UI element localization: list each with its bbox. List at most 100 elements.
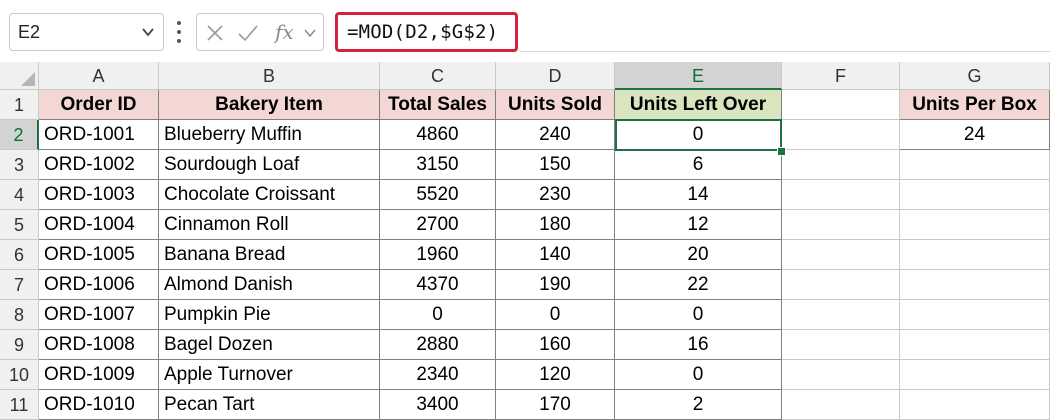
table-cell[interactable]: ORD-1003 (39, 180, 159, 210)
table-cell[interactable]: Blueberry Muffin (159, 120, 380, 150)
table-cell[interactable]: 120 (496, 360, 615, 390)
empty-cell[interactable] (782, 270, 900, 300)
name-box[interactable]: E2 (9, 13, 164, 51)
table-cell[interactable]: Bagel Dozen (159, 330, 380, 360)
table-cell[interactable]: Chocolate Croissant (159, 180, 380, 210)
table-cell[interactable]: 2700 (380, 210, 496, 240)
row-header-5[interactable]: 5 (0, 210, 39, 240)
column-header-f[interactable]: F (782, 62, 900, 90)
table-cell[interactable]: Almond Danish (159, 270, 380, 300)
side-value-cell[interactable]: 24 (900, 120, 1050, 150)
table-cell[interactable]: 12 (615, 210, 782, 240)
table-cell[interactable]: 160 (496, 330, 615, 360)
table-cell[interactable]: 140 (496, 240, 615, 270)
formula-bar-extension[interactable] (520, 13, 1050, 52)
empty-cell[interactable] (900, 300, 1050, 330)
empty-cell[interactable] (782, 330, 900, 360)
table-header-cell[interactable]: Units Left Over (615, 90, 782, 120)
row-header-4[interactable]: 4 (0, 180, 39, 210)
table-cell[interactable]: Cinnamon Roll (159, 210, 380, 240)
chevron-down-icon[interactable] (303, 26, 317, 40)
table-cell[interactable]: 2340 (380, 360, 496, 390)
fill-handle[interactable] (777, 147, 786, 156)
empty-cell[interactable] (900, 240, 1050, 270)
table-cell[interactable]: 14 (615, 180, 782, 210)
table-cell[interactable]: 240 (496, 120, 615, 150)
column-header-b[interactable]: B (159, 62, 380, 90)
table-cell[interactable]: 6 (615, 150, 782, 180)
table-cell[interactable]: ORD-1005 (39, 240, 159, 270)
table-header-cell[interactable]: Order ID (39, 90, 159, 120)
row-header-1[interactable]: 1 (0, 90, 39, 120)
row-header-8[interactable]: 8 (0, 300, 39, 330)
table-cell[interactable]: ORD-1007 (39, 300, 159, 330)
select-all-corner[interactable] (0, 62, 39, 90)
table-cell[interactable]: Banana Bread (159, 240, 380, 270)
empty-cell[interactable] (900, 150, 1050, 180)
empty-cell[interactable] (900, 210, 1050, 240)
empty-cell[interactable] (782, 360, 900, 390)
table-cell[interactable]: ORD-1004 (39, 210, 159, 240)
table-cell[interactable]: ORD-1001 (39, 120, 159, 150)
table-header-cell[interactable]: Total Sales (380, 90, 496, 120)
table-cell[interactable]: 1960 (380, 240, 496, 270)
column-header-d[interactable]: D (496, 62, 615, 90)
table-cell[interactable]: 0 (615, 300, 782, 330)
table-cell[interactable]: 3150 (380, 150, 496, 180)
empty-cell[interactable] (900, 330, 1050, 360)
chevron-down-icon[interactable] (140, 24, 156, 40)
empty-cell[interactable] (782, 120, 900, 150)
empty-cell[interactable] (900, 180, 1050, 210)
table-cell[interactable]: 20 (615, 240, 782, 270)
table-cell[interactable]: ORD-1009 (39, 360, 159, 390)
table-cell[interactable]: ORD-1008 (39, 330, 159, 360)
table-cell[interactable]: 0 (615, 120, 782, 150)
formula-text: =MOD(D2,$G$2) (347, 21, 499, 43)
row-header-3[interactable]: 3 (0, 150, 39, 180)
table-cell[interactable]: Sourdough Loaf (159, 150, 380, 180)
table-cell[interactable]: 0 (496, 300, 615, 330)
empty-cell[interactable] (782, 240, 900, 270)
table-cell[interactable]: 190 (496, 270, 615, 300)
empty-cell[interactable] (782, 210, 900, 240)
cancel-icon[interactable] (205, 23, 225, 43)
more-options-icon[interactable] (175, 19, 183, 45)
table-cell[interactable]: 0 (615, 360, 782, 390)
table-cell[interactable]: 150 (496, 150, 615, 180)
table-cell[interactable]: 0 (380, 300, 496, 330)
empty-cell[interactable] (782, 90, 900, 120)
empty-cell[interactable] (782, 150, 900, 180)
column-header-a[interactable]: A (39, 62, 159, 90)
row-header-6[interactable]: 6 (0, 240, 39, 270)
side-header-cell[interactable]: Units Per Box (900, 90, 1050, 120)
table-cell[interactable]: Pumpkin Pie (159, 300, 380, 330)
table-cell[interactable]: ORD-1006 (39, 270, 159, 300)
table-cell[interactable]: 4860 (380, 120, 496, 150)
table-cell[interactable]: 230 (496, 180, 615, 210)
row-header-10[interactable]: 10 (0, 360, 39, 390)
empty-cell[interactable] (782, 300, 900, 330)
row-header-7[interactable]: 7 (0, 270, 39, 300)
column-header-g[interactable]: G (900, 62, 1050, 90)
table-header-cell[interactable]: Bakery Item (159, 90, 380, 120)
table-cell[interactable]: 4370 (380, 270, 496, 300)
empty-cell[interactable] (900, 270, 1050, 300)
row-header-2[interactable]: 2 (0, 120, 39, 150)
table-cell[interactable]: 16 (615, 330, 782, 360)
name-box-value: E2 (18, 22, 41, 42)
column-header-e[interactable]: E (615, 62, 782, 90)
table-cell[interactable]: ORD-1002 (39, 150, 159, 180)
table-cell[interactable]: Apple Turnover (159, 360, 380, 390)
enter-icon[interactable] (237, 23, 259, 43)
column-header-c[interactable]: C (380, 62, 496, 90)
table-header-cell[interactable]: Units Sold (496, 90, 615, 120)
table-cell[interactable]: 2880 (380, 330, 496, 360)
table-cell[interactable]: 5520 (380, 180, 496, 210)
insert-function-icon[interactable]: fx (275, 20, 294, 44)
empty-cell[interactable] (900, 360, 1050, 390)
empty-cell[interactable] (782, 180, 900, 210)
table-cell[interactable]: 22 (615, 270, 782, 300)
formula-input[interactable]: =MOD(D2,$G$2) (335, 12, 518, 52)
table-cell[interactable]: 180 (496, 210, 615, 240)
row-header-9[interactable]: 9 (0, 330, 39, 360)
